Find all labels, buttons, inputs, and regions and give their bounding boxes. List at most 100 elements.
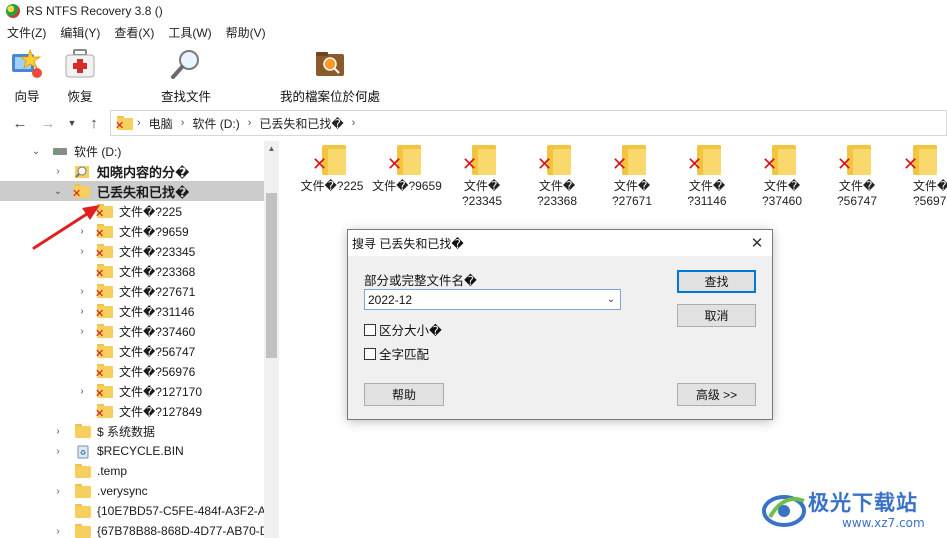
scrollbar-thumb[interactable] [266, 193, 277, 358]
tree-item-lost-child[interactable]: ✕ 文件�?127849 [0, 401, 264, 421]
tree-item-lost-child[interactable]: › ✕ 文件�?127170 [0, 381, 264, 401]
lost-folder-icon: ✕ [762, 145, 796, 175]
breadcrumb-separator: › [180, 117, 185, 129]
breadcrumb-computer[interactable]: 电脑 [145, 115, 177, 132]
address-bar[interactable]: ✕ › 电脑 › 软件 (D:) › 已丢失和已找� › [110, 110, 947, 136]
tree-item-lost-child[interactable]: › ✕ 文件�?27671 [0, 281, 264, 301]
tree-item-lost-child[interactable]: › ✕ 文件�?31146 [0, 301, 264, 321]
find-file-button[interactable]: 查找文件 [161, 48, 211, 105]
tree-item-system-data[interactable]: › $ 系统数据 [0, 421, 264, 441]
expand-chevron-icon[interactable]: › [52, 446, 64, 457]
search-dialog: 搜寻 已丢失和已找� ✕ 部分或完整文件名� 2022-12 ⌄ 区分大小� 全… [347, 229, 773, 420]
close-icon[interactable]: ✕ [742, 230, 772, 256]
tree-label: .temp [97, 464, 128, 478]
breadcrumb-drive[interactable]: 软件 (D:) [188, 115, 243, 132]
checkbox-box[interactable] [364, 323, 376, 336]
file-name: 文件� ?56747 [836, 179, 878, 208]
file-item[interactable]: ✕ 文件� ?56747 [822, 145, 892, 209]
expand-chevron-icon[interactable]: › [52, 166, 64, 177]
expand-chevron-icon[interactable]: › [52, 426, 64, 437]
forward-arrow-icon[interactable]: → [36, 111, 60, 135]
menu-view[interactable]: 查看(X) [107, 24, 161, 41]
wizard-button[interactable]: 向导 [10, 48, 44, 105]
checkbox-box[interactable] [364, 347, 376, 360]
menu-help[interactable]: 帮助(V) [219, 24, 273, 41]
file-item[interactable]: ✕ 文件�?9659 [372, 145, 442, 194]
history-chevron-icon[interactable]: ▼ [60, 111, 84, 135]
tree-item-temp[interactable]: .temp [0, 461, 264, 481]
file-name: 文件� ?37460 [761, 179, 803, 208]
file-item[interactable]: ✕ 文件� ?56976 [897, 145, 947, 209]
tree-item-lost-child[interactable]: ✕ 文件�?23368 [0, 261, 264, 281]
advanced-button[interactable]: 高级 >> [677, 383, 756, 406]
filename-combobox[interactable]: 2022-12 ⌄ [364, 289, 621, 310]
lost-folder-icon: ✕ [903, 145, 937, 175]
tree-item-guid[interactable]: {10E7BD57-C5FE-484f-A3F2-A17 [0, 501, 264, 521]
file-item[interactable]: ✕ 文件� ?23345 [447, 145, 517, 209]
folder-icon [75, 464, 91, 480]
tree-label: {67B78B88-868D-4D77-AB70-D0 [97, 524, 264, 538]
dialog-titlebar: 搜寻 已丢失和已找� ✕ [348, 230, 772, 256]
svg-text:♻: ♻ [80, 450, 86, 457]
menu-tools[interactable]: 工具(W) [161, 24, 218, 41]
collapse-chevron-icon[interactable]: ⌄ [52, 186, 64, 197]
filename-input[interactable]: 2022-12 [365, 293, 602, 307]
back-arrow-icon[interactable]: ← [8, 111, 32, 135]
case-sensitive-checkbox[interactable]: 区分大小� [364, 320, 442, 339]
watermark-logo-icon [762, 495, 806, 527]
window-title: RS NTFS Recovery 3.8 () [26, 4, 163, 18]
expand-chevron-icon[interactable]: › [76, 326, 88, 337]
file-name: 文件�?225 [300, 179, 364, 193]
tree-scrollbar[interactable]: ▲ [264, 141, 279, 538]
collapse-chevron-icon[interactable]: ⌄ [30, 146, 42, 157]
scroll-up-icon[interactable]: ▲ [264, 144, 279, 158]
expand-chevron-icon[interactable]: › [52, 526, 64, 537]
chevron-down-icon[interactable]: ⌄ [602, 294, 620, 305]
file-item[interactable]: ✕ 文件� ?27671 [597, 145, 667, 209]
tree-label: 文件�?23345 [119, 244, 196, 259]
menu-file[interactable]: 文件(Z) [0, 24, 53, 41]
tree-item-lost-child[interactable]: ✕ 文件�?56747 [0, 341, 264, 361]
whole-word-label: 全字匹配 [379, 348, 430, 362]
file-item[interactable]: ✕ 文件� ?37460 [747, 145, 817, 209]
lost-folder-icon: ✕ [95, 304, 113, 320]
tree-label: 文件�?23368 [119, 264, 196, 279]
tree-item-content-analysis[interactable]: › 知晓内容的分� [0, 161, 264, 181]
where-is-file-button[interactable]: 我的檔案位於何處 [280, 48, 380, 105]
app-icon [6, 4, 20, 18]
where-is-file-label: 我的檔案位於何處 [280, 90, 381, 104]
folder-icon [75, 524, 91, 538]
tree-label: 知晓内容的分� [97, 164, 190, 180]
tree-item-lost-child[interactable]: ✕ 文件�?56976 [0, 361, 264, 381]
lost-folder-icon: ✕ [115, 116, 133, 132]
recycle-bin-icon: ♻ [75, 443, 91, 459]
tree-item-drive[interactable]: ⌄ 软件 (D:) [0, 141, 264, 161]
breadcrumb-lost-found[interactable]: 已丢失和已找� [255, 115, 347, 132]
menu-edit[interactable]: 编辑(Y) [53, 24, 107, 41]
file-item[interactable]: ✕ 文件� ?23368 [522, 145, 592, 209]
whole-word-checkbox[interactable]: 全字匹配 [364, 344, 429, 363]
help-button[interactable]: 帮助 [364, 383, 444, 406]
expand-chevron-icon[interactable]: › [76, 286, 88, 297]
recover-button[interactable]: 恢复 [63, 48, 97, 105]
find-button[interactable]: 查找 [677, 270, 756, 293]
lost-folder-icon: ✕ [462, 145, 496, 175]
up-arrow-icon[interactable]: ↑ [82, 111, 106, 135]
expand-chevron-icon[interactable]: › [76, 306, 88, 317]
tree-item-recycle-bin[interactable]: › ♻ $RECYCLE.BIN [0, 441, 264, 461]
tree-label: {10E7BD57-C5FE-484f-A3F2-A17 [97, 504, 264, 518]
file-name: 文件�?9659 [372, 179, 442, 193]
expand-chevron-icon[interactable]: › [76, 386, 88, 397]
lost-folder-icon: ✕ [387, 145, 421, 175]
recover-label: 恢复 [67, 90, 93, 104]
expand-chevron-icon[interactable]: › [52, 486, 64, 497]
file-item[interactable]: ✕ 文件� ?31146 [672, 145, 742, 209]
tree-item-lost-child[interactable]: › ✕ 文件�?37460 [0, 321, 264, 341]
toolbar: 向导 恢复 查找文件 我的檔案位於何處 [0, 42, 947, 104]
cancel-button[interactable]: 取消 [677, 304, 756, 327]
file-item[interactable]: ✕ 文件�?225 [297, 145, 367, 194]
tree-item-guid[interactable]: › {67B78B88-868D-4D77-AB70-D0 [0, 521, 264, 538]
tree-item-verysync[interactable]: › .verysync [0, 481, 264, 501]
wizard-icon [10, 48, 44, 80]
breadcrumb-separator: › [351, 117, 356, 129]
